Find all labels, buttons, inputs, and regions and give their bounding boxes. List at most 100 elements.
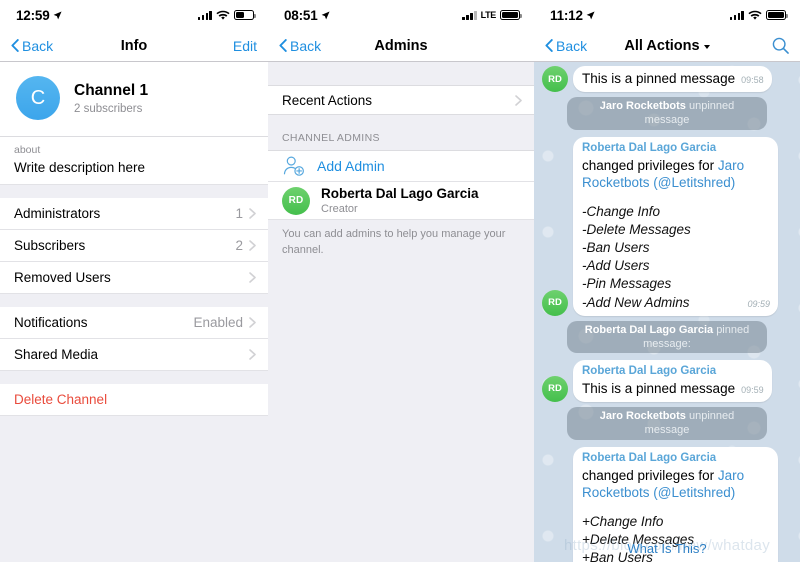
message-time: 09:58 (741, 75, 764, 86)
what-is-this-link[interactable]: What Is This? (534, 541, 800, 556)
phone-panel-all-actions: 11:12 Back All Actions RD This is a pinn… (534, 0, 800, 562)
row-notifications[interactable]: Notifications Enabled (0, 306, 268, 339)
nav-bar: Back Admins (268, 30, 534, 62)
privileges-list: -Change Info -Delete Messages -Ban Users… (582, 203, 770, 311)
channel-header[interactable]: C Channel 1 2 subscribers (0, 62, 268, 137)
service-message-text: Jaro Rocketbots unpinned message (567, 97, 767, 130)
page-title: All Actions (624, 37, 700, 54)
about-block[interactable]: about Write description here (0, 137, 268, 185)
destructive-group: Delete Channel (0, 383, 268, 416)
phone-panel-admins: 08:51 LTE Back Admins Recent Actions CHA… (268, 0, 534, 562)
row-label: Shared Media (14, 346, 99, 362)
message-author: Roberta Dal Lago Garcia (582, 365, 717, 378)
row-recent-actions[interactable]: Recent Actions (268, 85, 534, 115)
add-admin-label: Add Admin (317, 158, 385, 174)
status-time-group: 08:51 (284, 8, 330, 23)
back-button[interactable]: Back (11, 38, 53, 54)
message-author: Roberta Dal Lago Garcia (582, 451, 717, 464)
privilege-item: +Change Info (582, 514, 664, 530)
avatar: RD (542, 375, 568, 402)
chat-message[interactable]: RD Roberta Dal Lago Garcia This is a pin… (542, 360, 792, 402)
status-time-group: 12:59 (16, 8, 62, 23)
message-list: RD This is a pinned message 09:58 Jaro Ro… (534, 62, 800, 562)
chevron-left-icon (11, 39, 19, 52)
service-message: Jaro Rocketbots unpinned message (542, 406, 792, 440)
privilege-item: -Change Info (582, 204, 661, 220)
privilege-item: -Ban Users (582, 240, 650, 256)
status-bar: 11:12 (534, 0, 800, 30)
location-arrow-icon (586, 10, 595, 19)
channel-subscribers: 2 subscribers (74, 102, 143, 115)
status-bar: 08:51 LTE (268, 0, 534, 30)
chevron-right-icon (249, 348, 256, 360)
row-administrators[interactable]: Administrators 1 (0, 197, 268, 230)
three-phone-screenshots: 12:59 Back Info Edit C Channel 1 2 subsc… (0, 0, 800, 562)
battery-icon (234, 10, 256, 20)
edit-button[interactable]: Edit (233, 38, 257, 54)
chevron-right-icon (515, 94, 522, 106)
row-value: Enabled (193, 314, 243, 330)
chevron-down-icon (703, 44, 710, 49)
privilege-item: -Delete Messages (582, 222, 691, 238)
status-indicators (197, 10, 256, 21)
info-body: C Channel 1 2 subscribers about Write de… (0, 62, 268, 562)
message-bubble[interactable]: Roberta Dal Lago Garcia This is a pinned… (573, 360, 772, 402)
group-separator (0, 370, 268, 384)
message-author: Roberta Dal Lago Garcia (582, 141, 717, 154)
back-label: Back (556, 37, 588, 54)
service-message: Roberta Dal Lago Garcia pinned message: (542, 320, 792, 354)
service-message-text: Roberta Dal Lago Garcia pinned message: (567, 320, 767, 354)
row-label: Notifications (14, 314, 88, 330)
row-label: Recent Actions (282, 92, 373, 108)
battery-icon (500, 10, 522, 20)
channel-identity: Channel 1 2 subscribers (74, 81, 148, 114)
location-arrow-icon (321, 10, 330, 19)
back-button[interactable]: Back (545, 38, 587, 54)
message-bubble[interactable]: This is a pinned message 09:58 (573, 66, 772, 92)
add-person-icon (283, 156, 304, 176)
row-label: Subscribers (14, 237, 86, 253)
search-icon[interactable] (772, 37, 789, 54)
back-label: Back (22, 37, 54, 54)
delete-channel-button[interactable]: Delete Channel (0, 383, 268, 416)
chevron-right-icon (249, 271, 256, 283)
members-group: Administrators 1 Subscribers 2 Removed U… (0, 197, 268, 294)
message-body: This is a pinned message (582, 71, 736, 87)
phone-panel-channel-info: 12:59 Back Info Edit C Channel 1 2 subsc… (0, 0, 268, 562)
service-message: Jaro Rocketbots unpinned message (542, 97, 792, 130)
admin-identity: Roberta Dal Lago Garcia Creator (321, 186, 479, 215)
group-separator (0, 184, 268, 198)
chat-scroll-area[interactable]: RD This is a pinned message 09:58 Jaro Ro… (534, 62, 800, 562)
chevron-right-icon (249, 239, 256, 251)
add-admin-button[interactable]: Add Admin (268, 150, 534, 182)
wifi-icon (748, 10, 762, 20)
row-removed-users[interactable]: Removed Users (0, 261, 268, 294)
section-caption-channel-admins: CHANNEL ADMINS (282, 132, 380, 144)
privilege-item: 09:59 -Add New Admins (582, 294, 770, 312)
back-button[interactable]: Back (279, 38, 321, 54)
location-arrow-icon (53, 10, 62, 19)
about-text: Write description here (14, 159, 146, 175)
message-bubble[interactable]: Roberta Dal Lago Garcia changed privileg… (573, 136, 778, 316)
row-subscribers[interactable]: Subscribers 2 (0, 229, 268, 262)
admin-name: Roberta Dal Lago Garcia (321, 186, 479, 201)
service-actor: Jaro Rocketbots (599, 100, 686, 112)
signal-bars-icon (197, 10, 212, 20)
message-text: This is a pinned message 09:58 (582, 70, 764, 88)
admin-list-item[interactable]: RD Roberta Dal Lago Garcia Creator (268, 182, 534, 221)
chevron-left-icon (545, 39, 553, 52)
chat-message[interactable]: RD Roberta Dal Lago Garcia changed privi… (542, 136, 792, 316)
message-text-before: changed privileges for (582, 467, 718, 483)
avatar: RD (282, 186, 310, 215)
message-text: changed privileges for Jaro Rocketbots (… (582, 467, 770, 503)
row-label: Administrators (14, 205, 101, 221)
wifi-icon (216, 10, 230, 20)
row-shared-media[interactable]: Shared Media (0, 338, 268, 371)
message-text-after: (@Letitshred) (649, 175, 736, 191)
row-value: 1 (235, 205, 243, 221)
group-separator (0, 293, 268, 307)
chat-message[interactable]: RD This is a pinned message 09:58 (542, 66, 792, 92)
settings-group: Notifications Enabled Shared Media (0, 306, 268, 371)
privilege-item-label: -Add New Admins (582, 294, 690, 310)
service-actor: Roberta Dal Lago Garcia (584, 323, 714, 336)
